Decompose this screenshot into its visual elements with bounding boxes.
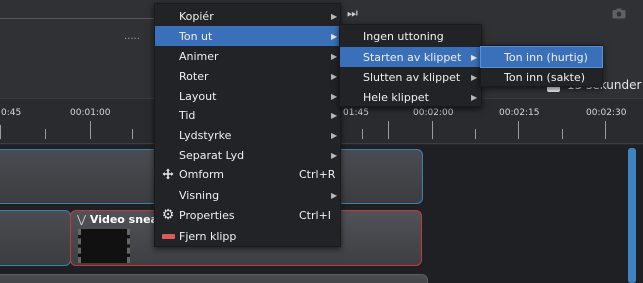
menu-item-roter[interactable]: Roter ▶ [155,66,340,86]
ruler-tick [605,121,606,139]
menu-item-hele-klippet[interactable]: Hele klippet ▶ [340,87,481,107]
camera-icon[interactable] [612,8,626,19]
timeline-scrollbar[interactable] [628,148,636,283]
ruler-label: 00:01:00 [70,108,111,118]
menu-item-layout[interactable]: Layout ▶ [155,86,340,106]
timeline-clip[interactable] [0,210,71,266]
clip-title: ⋁ Video sneak [77,213,165,226]
menu-item-label: Slutten av klippet [363,70,461,84]
menu-item-label: Layout [179,89,217,103]
menu-item-ingen-uttoning[interactable]: Ingen uttoning [340,26,481,46]
submenu-arrow-icon: ▶ [331,190,338,200]
menu-item-kopier[interactable]: Kopiér ▶ [155,6,340,26]
ruler-label: 00:02:15 [499,108,540,118]
ruler-label: 01:45 [343,108,369,118]
menu-item-ton-ut[interactable]: Ton ut ▶ [155,26,340,46]
menu-item-label: Hele klippet [363,90,429,104]
menu-item-label: Tid [179,108,196,122]
ruler-tick [362,129,363,139]
menu-item-label: Ton inn (sakte) [504,70,586,84]
toolbar-divider [0,18,155,19]
menu-item-label: Ingen uttoning [363,29,444,43]
ruler-label: 00:02:30 [586,108,627,118]
submenu-arrow-icon: ▶ [471,72,478,82]
ruler-tick [0,125,1,139]
menu-item-label: Separat Lyd [179,148,245,162]
ruler-tick [45,129,46,139]
ruler-tick [562,129,563,139]
toolbar-dots: ..... [124,31,140,42]
menu-item-ton-inn-hurtig[interactable]: Ton inn (hurtig) [480,46,603,68]
fade-out-submenu: Ingen uttoning Starten av klippet ▶ Slut… [339,24,482,107]
menu-item-label: Visning [179,188,220,202]
fade-speed-submenu: Ton inn (hurtig) Ton inn (sakte) [480,45,603,87]
menu-item-label: Properties [179,208,235,222]
timeline-track[interactable] [0,270,643,283]
move-arrows-icon [161,167,175,181]
menu-item-label: Lydstyrke [179,128,232,142]
timeline-clip[interactable] [0,274,428,283]
menu-item-shortcut: Ctrl+I [299,208,332,222]
menu-item-lydstyrke[interactable]: Lydstyrke ▶ [155,125,340,145]
submenu-arrow-icon: ▶ [331,150,338,160]
menu-item-omform[interactable]: Omform Ctrl+R [155,164,340,184]
remove-bar-icon [161,229,175,243]
ruler-label: 00:02:00 [413,108,454,118]
menu-item-slutten-av-klippet[interactable]: Slutten av klippet ▶ [340,67,481,87]
ruler-label: 0:45 [1,108,22,118]
clip-thumbnail [78,229,130,263]
menu-item-label: Roter [179,69,209,83]
menu-item-label: Starten av klippet [363,50,462,64]
menu-item-separat-lyd[interactable]: Separat Lyd ▶ [155,145,340,165]
menu-item-label: Animer [179,49,219,63]
menu-item-starten-av-klippet[interactable]: Starten av klippet ▶ [340,47,481,67]
gear-icon: ⚙ [161,207,175,223]
menu-item-label: Fjern klipp [179,229,237,243]
submenu-arrow-icon: ▶ [331,31,338,41]
submenu-arrow-icon: ▶ [331,71,338,81]
menu-item-tid[interactable]: Tid ▶ [155,105,340,125]
submenu-arrow-icon: ▶ [471,52,478,62]
menu-item-ton-inn-sakte[interactable]: Ton inn (sakte) [481,67,602,87]
jump-to-end-icon[interactable]: ⏭ [347,6,358,21]
ruler-tick [132,129,133,139]
submenu-arrow-icon: ▶ [331,51,338,61]
submenu-arrow-icon: ▶ [331,11,338,21]
menu-item-properties[interactable]: ⚙ Properties Ctrl+I [155,205,340,225]
menu-item-visning[interactable]: Visning ▶ [155,185,340,205]
menu-item-shortcut: Ctrl+R [299,167,336,181]
submenu-arrow-icon: ▶ [331,91,338,101]
menu-item-animer[interactable]: Animer ▶ [155,46,340,66]
clip-context-menu: Kopiér ▶ Ton ut ▶ Animer ▶ Roter ▶ Layou… [154,3,341,247]
ruler-tick [518,121,519,139]
menu-item-label: Kopiér [179,9,214,23]
submenu-arrow-icon: ▶ [471,92,478,102]
menu-item-label: Ton inn (hurtig) [504,50,588,64]
menu-item-label: Omform [179,167,225,181]
submenu-arrow-icon: ▶ [331,130,338,140]
ruler-tick [475,129,476,139]
ruler-tick [388,121,389,139]
clip-collapse-icon[interactable]: ⋁ [77,213,86,226]
menu-item-label: Ton ut [179,29,213,43]
ruler-tick [90,121,91,139]
menu-item-fjern-klipp[interactable]: Fjern klipp [155,226,340,246]
submenu-arrow-icon: ▶ [331,110,338,120]
ruler-tick [432,121,433,139]
